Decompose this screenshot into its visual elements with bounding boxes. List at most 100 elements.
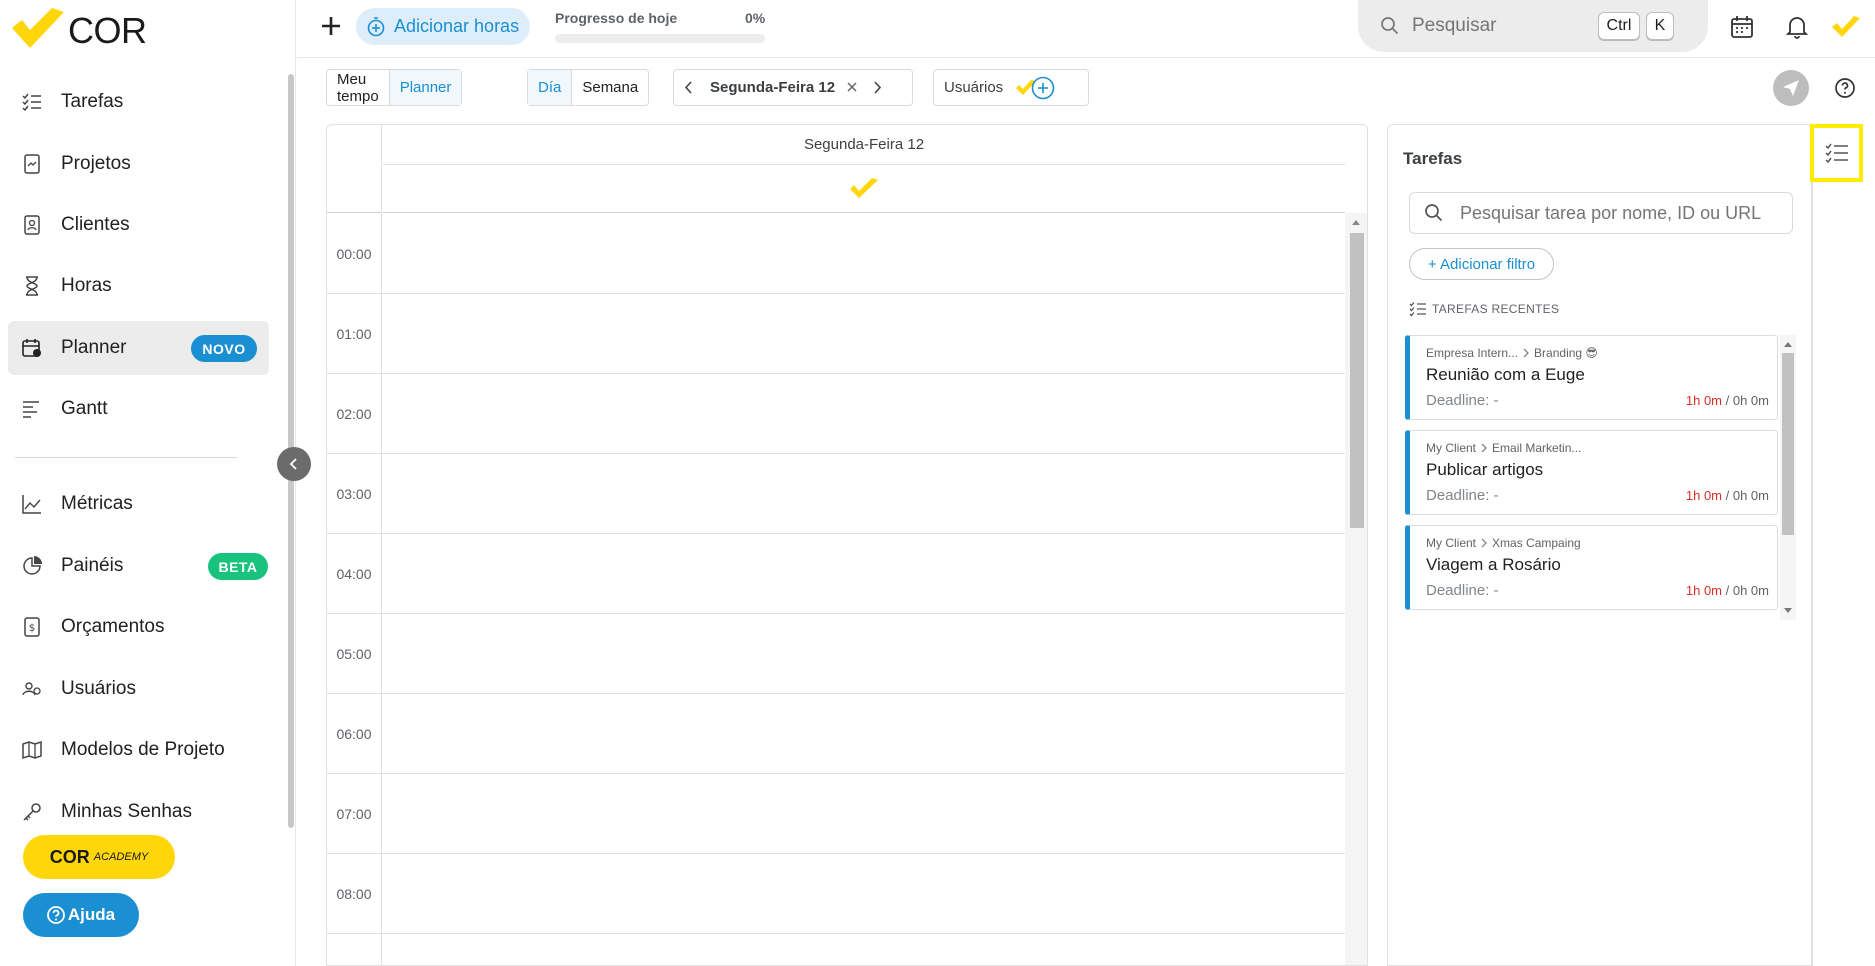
tab-meu-tempo[interactable]: Meu tempo — [327, 70, 389, 105]
sidebar-item-planner[interactable]: Planner NOVO — [8, 321, 269, 375]
progress-label: Progresso de hoje — [555, 10, 678, 26]
search-input[interactable] — [1412, 15, 1602, 37]
hour-label: 02:00 — [327, 374, 382, 454]
chevron-right-icon — [1523, 348, 1529, 358]
calendar-scrollbar[interactable] — [1345, 213, 1367, 965]
cor-logo[interactable]: COR — [10, 6, 147, 56]
add-filter-button[interactable]: + Adicionar filtro — [1409, 248, 1554, 280]
task-card[interactable]: Empresa Intern... Branding 😎 Reunião com … — [1405, 335, 1778, 420]
users-selector[interactable]: Usuários — [933, 69, 1089, 106]
chevron-left-icon — [289, 458, 297, 470]
task-card[interactable]: My Client Email Marketin... Publicar arti… — [1405, 430, 1778, 515]
hour-row[interactable]: 06:00 — [327, 694, 1345, 774]
sidebar-item-label: Planner — [61, 337, 127, 358]
task-card[interactable]: My Client Xmas Campaing Viagem a Rosário … — [1405, 525, 1778, 610]
progress-bar — [555, 34, 765, 43]
task-logged-time: 1h 0m — [1685, 393, 1723, 408]
task-list-icon — [22, 93, 41, 112]
tab-semana[interactable]: Semana — [572, 70, 648, 105]
task-name: Publicar artigos — [1426, 460, 1544, 479]
calendar-icon[interactable] — [1729, 14, 1755, 40]
hour-row[interactable]: 03:00 — [327, 454, 1345, 534]
calendar-user-column — [383, 165, 1345, 213]
hour-row[interactable]: 08:00 — [327, 854, 1345, 934]
add-hours-button[interactable]: Adicionar horas — [356, 8, 530, 45]
hour-row[interactable]: 05:00 — [327, 614, 1345, 694]
hour-row[interactable]: 02:00 — [327, 374, 1345, 454]
hour-row[interactable]: 00:00 — [327, 214, 1345, 294]
tab-planner[interactable]: Planner — [389, 70, 462, 105]
scroll-up-arrow-icon[interactable] — [1780, 337, 1796, 351]
chevron-right-icon[interactable] — [863, 70, 893, 105]
sidebar-item-label: Clientes — [61, 214, 130, 235]
recent-tasks-header: TAREFAS RECENTES — [1409, 301, 1559, 317]
map-template-icon — [22, 740, 42, 760]
sidebar-item-label: Horas — [61, 275, 112, 296]
sidebar-item-minhas-senhas[interactable]: Minhas Senhas — [0, 785, 280, 839]
scroll-down-arrow-icon[interactable] — [1780, 604, 1796, 618]
sidebar-item-clientes[interactable]: Clientes — [0, 198, 280, 252]
global-search[interactable]: Ctrl K — [1358, 0, 1708, 52]
hour-label — [327, 934, 382, 965]
tasks-panel: Tarefas + Adicionar filtro TAREFAS RECEN… — [1387, 124, 1812, 966]
task-breadcrumb: My Client Email Marketin... — [1426, 441, 1581, 455]
hour-row[interactable]: 04:00 — [327, 534, 1345, 614]
scroll-up-arrow-icon[interactable] — [1345, 215, 1367, 229]
new-badge: NOVO — [191, 335, 257, 362]
sidebar-item-paineis[interactable]: Painéis BETA — [0, 539, 280, 593]
add-user-icon[interactable] — [1031, 76, 1055, 100]
scrollbar-thumb[interactable] — [1782, 353, 1794, 535]
clear-date-icon[interactable] — [841, 70, 863, 105]
search-icon — [1381, 17, 1399, 35]
search-icon — [1425, 204, 1443, 222]
help-button[interactable]: Ajuda — [23, 893, 139, 937]
sidebar-item-tarefas[interactable]: Tarefas — [0, 75, 280, 129]
hour-grid: 00:00 01:00 02:00 03:00 04:00 05:00 06:0… — [327, 214, 1345, 965]
hour-label: 05:00 — [327, 614, 382, 694]
cor-academy-button[interactable]: COR ACADEMY — [23, 835, 175, 879]
hour-row[interactable] — [327, 934, 1345, 965]
help-icon[interactable] — [1834, 77, 1856, 99]
sidebar-item-metricas[interactable]: Métricas — [0, 477, 280, 531]
send-button[interactable] — [1773, 70, 1809, 106]
task-deadline: Deadline: - — [1426, 392, 1499, 409]
sidebar-item-label: Usuários — [61, 678, 136, 699]
chevron-right-icon — [1481, 443, 1487, 453]
chevron-left-icon[interactable] — [674, 70, 704, 105]
tab-dia[interactable]: Día — [528, 70, 572, 105]
task-name: Reunião com a Euge — [1426, 365, 1585, 384]
task-logged-time: 1h 0m — [1685, 583, 1723, 598]
task-time: 1h 0m / 0h 0m — [1685, 488, 1769, 503]
sidebar-item-horas[interactable]: Horas — [0, 259, 280, 313]
sidebar-item-orcamentos[interactable]: $ Orçamentos — [0, 600, 280, 654]
task-project: Xmas Campaing — [1492, 536, 1581, 550]
hourglass-icon — [26, 276, 38, 296]
sidebar-item-gantt[interactable]: Gantt — [0, 382, 280, 436]
task-name: Viagem a Rosário — [1426, 555, 1561, 574]
task-search[interactable] — [1409, 192, 1793, 234]
sidebar-item-usuarios[interactable]: Usuários — [0, 662, 280, 716]
progress-value: 0% — [745, 10, 766, 26]
task-logged-time: 1h 0m — [1685, 488, 1723, 503]
task-deadline: Deadline: - — [1426, 582, 1499, 599]
task-client: Empresa Intern... — [1426, 346, 1519, 360]
user-avatar-icon[interactable] — [1830, 14, 1862, 40]
project-doc-icon — [24, 154, 40, 174]
svg-text:$: $ — [29, 623, 35, 634]
task-list-scrollbar[interactable] — [1780, 335, 1796, 620]
sidebar: COR Tarefas Projetos Clientes Horas Plan… — [0, 0, 296, 966]
task-deadline: Deadline: - — [1426, 487, 1499, 504]
date-navigator: Segunda-Feira 12 — [673, 69, 913, 106]
tasks-panel-toggle-button[interactable] — [1810, 124, 1863, 182]
sidebar-item-projetos[interactable]: Projetos — [0, 137, 280, 191]
task-search-input[interactable] — [1460, 202, 1790, 224]
plus-icon[interactable] — [317, 12, 345, 40]
collapse-sidebar-button[interactable] — [277, 447, 311, 481]
sidebar-item-modelos-de-projeto[interactable]: Modelos de Projeto — [0, 723, 280, 777]
bell-icon[interactable] — [1784, 14, 1810, 40]
hour-row[interactable]: 01:00 — [327, 294, 1345, 374]
task-breadcrumb: My Client Xmas Campaing — [1426, 536, 1581, 550]
sidebar-item-label: Projetos — [61, 153, 131, 174]
scrollbar-thumb[interactable] — [1350, 233, 1364, 528]
hour-row[interactable]: 07:00 — [327, 774, 1345, 854]
